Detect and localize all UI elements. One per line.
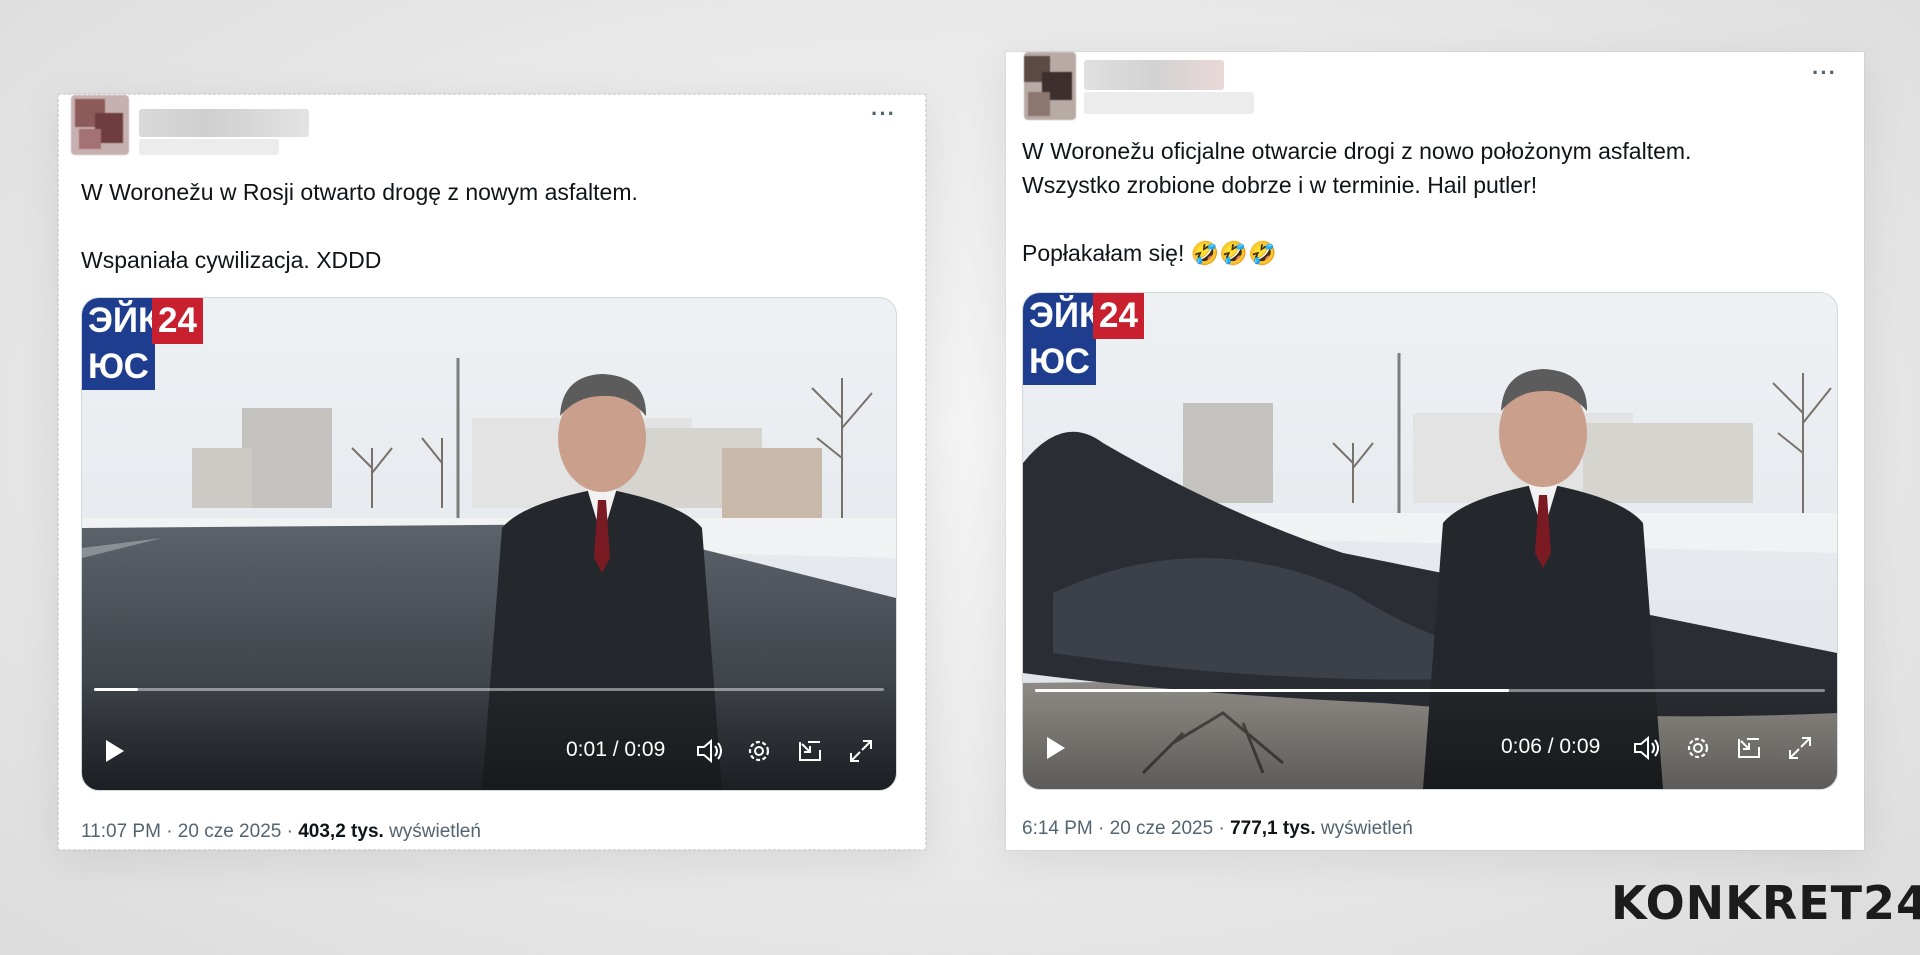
username-blurred[interactable] [139, 109, 309, 137]
views-label: wyświetleń [1315, 818, 1413, 839]
views-count: 403,2 tys. [298, 821, 384, 842]
progress-bar[interactable] [94, 688, 884, 691]
progress-bar[interactable] [1035, 689, 1825, 692]
video-player[interactable]: ЭЙК 24 ЮС 0:06 / 0:09 [1022, 292, 1838, 790]
volume-icon[interactable] [696, 738, 726, 764]
fullscreen-icon[interactable] [848, 738, 874, 764]
more-icon[interactable]: ··· [871, 103, 896, 125]
pip-icon[interactable] [796, 738, 824, 764]
timestamp[interactable]: 6:14 PM · 20 cze 2025 · [1022, 818, 1230, 839]
progress-fill [1035, 689, 1509, 692]
video-time: 0:06 / 0:09 [1501, 735, 1601, 758]
more-icon[interactable]: ··· [1812, 62, 1837, 84]
tweet-card-right: ··· W Woronežu oficjalne otwarcie drogi … [1006, 52, 1864, 850]
play-icon[interactable] [104, 738, 126, 764]
progress-fill [94, 688, 139, 691]
channel-badge-number: 24 [1093, 293, 1144, 339]
tweet-meta: 6:14 PM · 20 cze 2025 · 777,1 tys. wyświ… [1022, 818, 1413, 840]
video-controls: 0:01 / 0:09 [82, 680, 896, 790]
handle-blurred [139, 139, 279, 155]
settings-icon[interactable] [1685, 735, 1711, 761]
tweet-card-left: ··· W Woronežu w Rosji otwarto drogę z n… [58, 94, 926, 850]
views-count: 777,1 tys. [1230, 818, 1316, 839]
tweet-text: W Woronežu oficjalne otwarcie drogi z no… [1022, 138, 1692, 266]
tweet-meta: 11:07 PM · 20 cze 2025 · 403,2 tys. wyśw… [81, 821, 481, 843]
avatar[interactable] [1024, 52, 1076, 120]
video-controls: 0:06 / 0:09 [1023, 679, 1837, 789]
channel-badge-line2: ЮС [1023, 339, 1096, 385]
video-player[interactable]: ЭЙК 24 ЮС 0:01 / 0:09 [81, 297, 897, 791]
channel-badge-line2: ЮС [82, 344, 155, 390]
konkret24-logo: KONKRET24 [1611, 876, 1920, 930]
video-time: 0:01 / 0:09 [566, 738, 666, 761]
avatar[interactable] [71, 95, 129, 155]
play-icon[interactable] [1045, 735, 1067, 761]
volume-icon[interactable] [1633, 735, 1663, 761]
handle-blurred [1084, 92, 1254, 114]
views-label: wyświetleń [383, 821, 481, 842]
settings-icon[interactable] [746, 738, 772, 764]
channel-badge-number: 24 [152, 298, 203, 344]
tweet-text: W Woronežu w Rosji otwarto drogę z nowym… [81, 179, 638, 273]
fullscreen-icon[interactable] [1787, 735, 1813, 761]
timestamp[interactable]: 11:07 PM · 20 cze 2025 · [81, 821, 298, 842]
username-blurred[interactable] [1084, 60, 1224, 90]
pip-icon[interactable] [1735, 735, 1763, 761]
